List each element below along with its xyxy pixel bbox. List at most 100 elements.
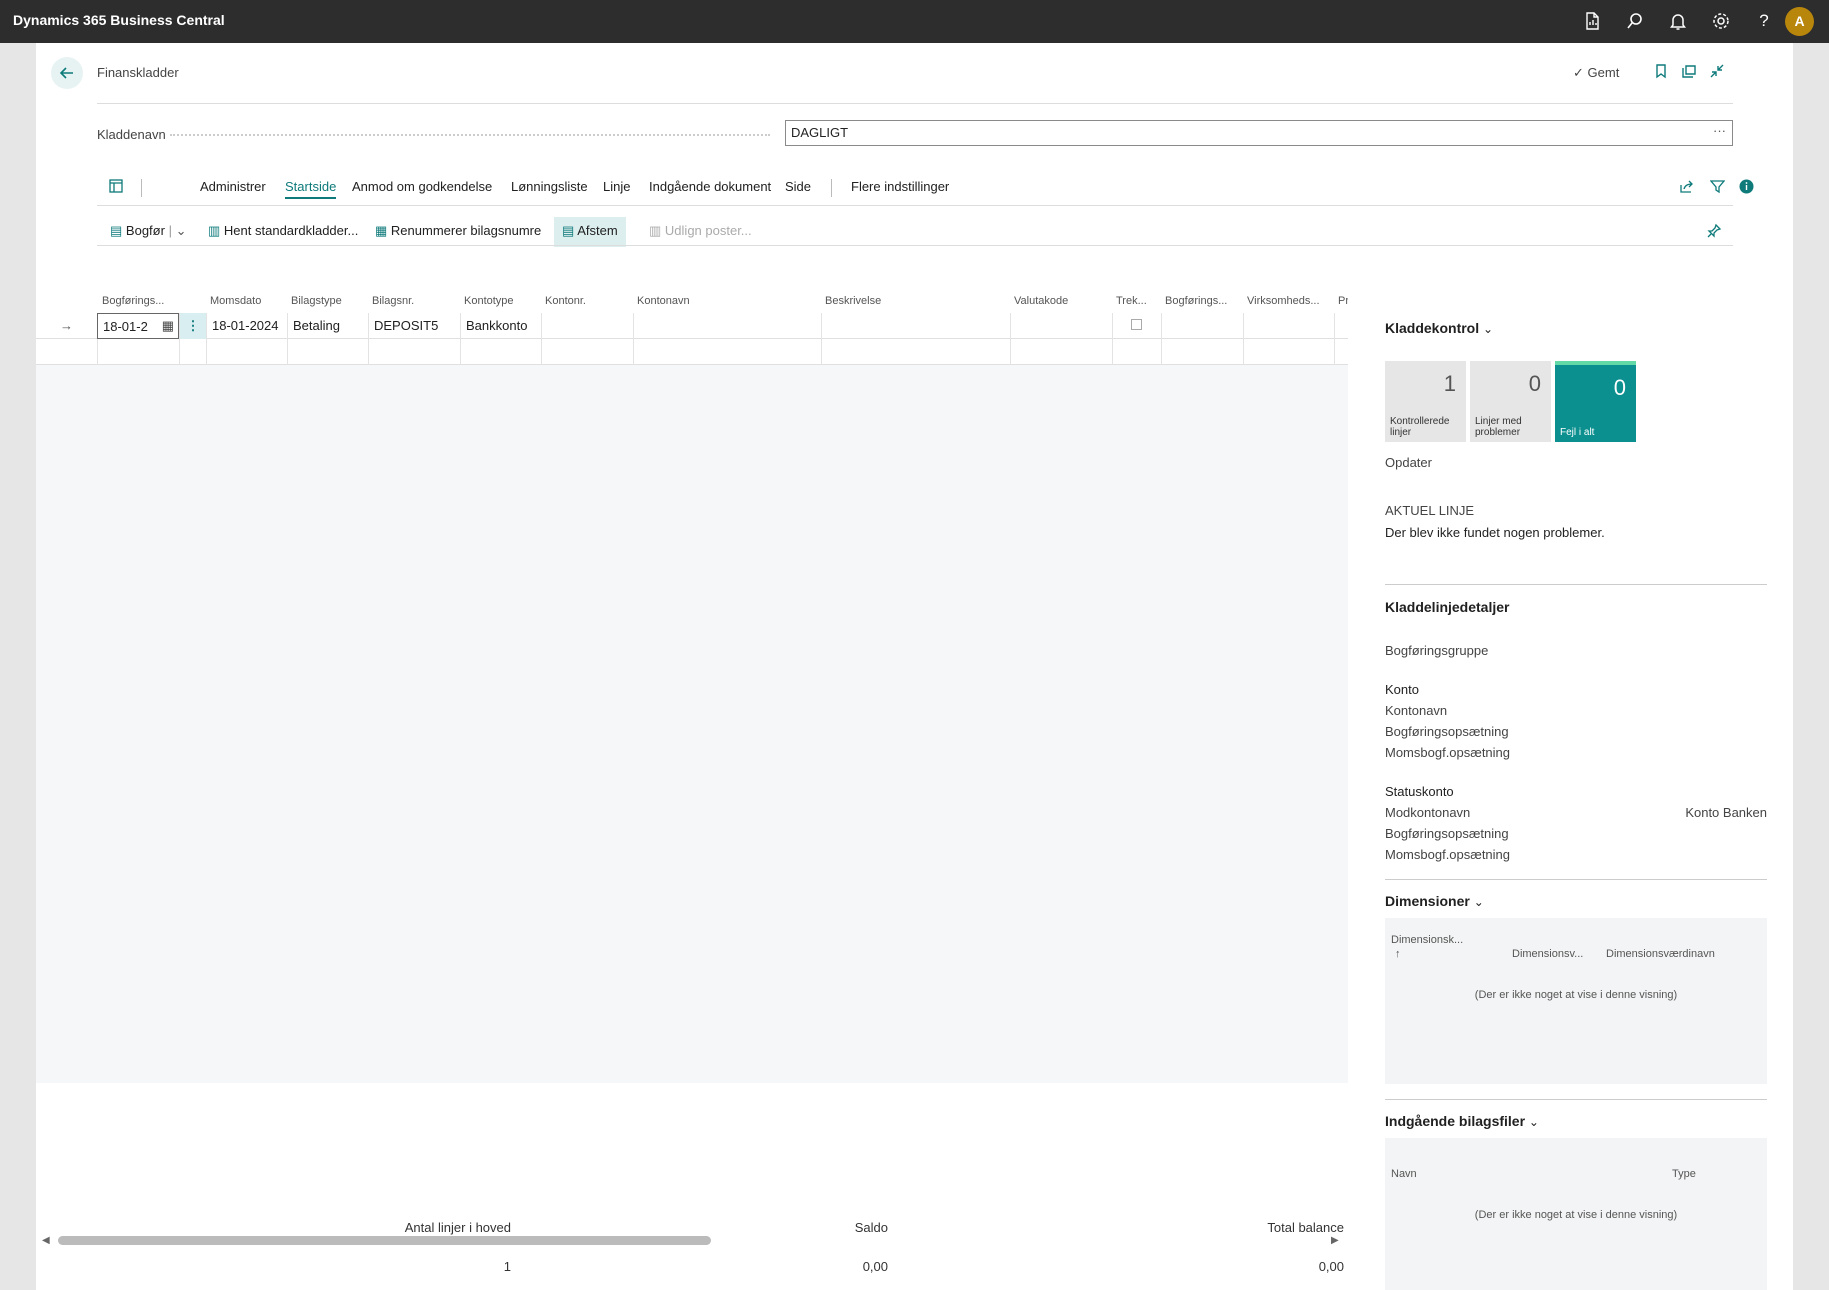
scroll-right-icon[interactable]: ▶: [1331, 1235, 1339, 1246]
get-standard-journals-button[interactable]: ▥ Hent standardkladder...: [200, 217, 366, 247]
reconcile-button[interactable]: ▤ Afstem: [554, 217, 626, 247]
chevron-down-icon[interactable]: ⌄: [1529, 1115, 1539, 1129]
tab-loenningsliste[interactable]: Lønningsliste: [511, 179, 588, 194]
calendar-icon[interactable]: ▦: [162, 318, 174, 334]
row-actions-cell[interactable]: [179, 339, 206, 365]
tab-layout-icon[interactable]: [109, 179, 123, 196]
column-header[interactable]: Bilagstype: [291, 295, 342, 307]
renumber-button[interactable]: ▦ Renummerer bilagsnumre: [367, 217, 549, 247]
back-button[interactable]: [51, 57, 83, 89]
tab-anmod-om-godkendelse[interactable]: Anmod om godkendelse: [352, 179, 492, 194]
batch-name-input[interactable]: DAGLIGT ···: [785, 120, 1733, 146]
vat-setup-link[interactable]: Momsbogf.opsætning: [1385, 847, 1510, 862]
vat-date-cell[interactable]: 18-01-2024: [206, 313, 287, 339]
account-name-cell[interactable]: [633, 313, 821, 339]
search-icon[interactable]: [1624, 10, 1646, 32]
column-header[interactable]: Kontonr.: [545, 295, 586, 307]
currency-code-cell[interactable]: [1010, 339, 1112, 365]
document-type-cell[interactable]: [287, 339, 368, 365]
chevron-down-icon[interactable]: ⌄: [1483, 322, 1493, 336]
business-group-cell[interactable]: [1243, 313, 1334, 339]
posting-setup-link[interactable]: Bogføringsopsætning: [1385, 826, 1509, 841]
tab-indgaaende-dokument[interactable]: Indgående dokument: [649, 179, 771, 194]
account-type-cell[interactable]: [460, 339, 541, 365]
chevron-down-icon[interactable]: ⌄: [1474, 895, 1484, 909]
column-header[interactable]: Trek...: [1116, 295, 1156, 307]
checkbox[interactable]: [1131, 319, 1142, 330]
deduction-checkbox-cell[interactable]: [1112, 313, 1161, 339]
total-errors-tile[interactable]: 0 Fejl i alt: [1555, 361, 1636, 442]
collapse-icon[interactable]: [1708, 62, 1726, 80]
column-header[interactable]: Virksomheds...: [1247, 295, 1322, 307]
checked-lines-tile[interactable]: 1 Kontrollerede linjer: [1385, 361, 1466, 442]
document-type-cell[interactable]: Betaling: [287, 313, 368, 339]
column-header[interactable]: Bogførings...: [1165, 295, 1240, 307]
avatar[interactable]: A: [1785, 7, 1814, 36]
line-details-title[interactable]: Kladdelinjedetaljer: [1385, 599, 1509, 615]
description-cell[interactable]: [821, 339, 1010, 365]
vat-setup-link[interactable]: Momsbogf.opsætning: [1385, 745, 1510, 760]
bookmark-icon[interactable]: [1652, 62, 1670, 80]
table-row[interactable]: → 18-01-2 ▦ ⋮ 18-01-2024 Betaling DEPOSI…: [36, 313, 1348, 339]
posting-setup-link[interactable]: Bogføringsopsætning: [1385, 724, 1509, 739]
journal-check-title[interactable]: Kladdekontrol ⌄: [1385, 320, 1493, 336]
lines-with-issues-tile[interactable]: 0 Linjer med problemer: [1470, 361, 1551, 442]
column-header[interactable]: Valutakode: [1014, 295, 1068, 307]
file-name-header[interactable]: Navn: [1391, 1168, 1417, 1180]
chevron-down-icon[interactable]: ⌄: [176, 223, 187, 238]
dimension-code-header[interactable]: Dimensionsk...: [1391, 934, 1463, 946]
horizontal-scrollbar[interactable]: [58, 1236, 711, 1245]
account-type-cell[interactable]: Bankkonto: [460, 313, 541, 339]
posting-date-cell[interactable]: [97, 339, 179, 365]
document-no-cell[interactable]: DEPOSIT5: [368, 313, 460, 339]
file-type-header[interactable]: Type: [1672, 1168, 1696, 1180]
column-header[interactable]: Kontonavn: [637, 295, 690, 307]
description-cell[interactable]: [821, 313, 1010, 339]
column-header[interactable]: Beskrivelse: [825, 295, 881, 307]
posting-group-cell[interactable]: [1161, 339, 1243, 365]
posting-group-cell[interactable]: [1161, 313, 1243, 339]
column-header[interactable]: Bogførings...: [102, 295, 177, 307]
share-icon[interactable]: [1679, 179, 1694, 197]
column-header[interactable]: Bilagsnr.: [372, 295, 414, 307]
tab-administrer[interactable]: Administrer: [200, 179, 266, 194]
table-row[interactable]: [36, 339, 1348, 365]
currency-code-cell[interactable]: [1010, 313, 1112, 339]
incoming-files-title[interactable]: Indgående bilagsfiler ⌄: [1385, 1113, 1539, 1129]
tab-linje[interactable]: Linje: [603, 179, 630, 194]
info-icon[interactable]: [1739, 179, 1754, 197]
column-header[interactable]: Kontotype: [464, 295, 514, 307]
tab-side[interactable]: Side: [785, 179, 811, 194]
tab-flere-indstillinger[interactable]: Flere indstillinger: [851, 179, 949, 194]
tab-startside[interactable]: Startside: [285, 179, 337, 199]
more-column-cell[interactable]: [1334, 339, 1348, 365]
filter-icon[interactable]: [1709, 179, 1726, 197]
app-title[interactable]: Dynamics 365 Business Central: [13, 12, 225, 28]
apply-entries-button[interactable]: ▥ Udlign poster...: [641, 217, 760, 247]
more-icon[interactable]: ···: [1713, 123, 1726, 138]
column-header[interactable]: Pr: [1338, 295, 1348, 307]
row-actions-menu[interactable]: ⋮: [179, 313, 206, 339]
bal-account-name-value[interactable]: Konto Banken: [1685, 805, 1767, 820]
help-icon[interactable]: ?: [1753, 10, 1775, 32]
column-header[interactable]: Momsdato: [210, 295, 261, 307]
account-no-cell[interactable]: [541, 339, 633, 365]
document-no-cell[interactable]: [368, 339, 460, 365]
pin-icon[interactable]: [1707, 223, 1722, 241]
more-column-cell[interactable]: [1334, 313, 1348, 339]
bell-icon[interactable]: [1667, 10, 1689, 32]
post-button[interactable]: ▤ Bogfør | ⌄: [102, 217, 194, 247]
posting-date-input[interactable]: 18-01-2 ▦: [97, 313, 179, 339]
dimensions-title[interactable]: Dimensioner ⌄: [1385, 893, 1484, 909]
breadcrumb[interactable]: Finanskladder: [97, 65, 179, 80]
scroll-left-icon[interactable]: ◀: [42, 1235, 50, 1246]
gear-icon[interactable]: [1710, 10, 1732, 32]
business-group-cell[interactable]: [1243, 339, 1334, 365]
account-name-cell[interactable]: [633, 339, 821, 365]
document-icon[interactable]: [1581, 10, 1603, 32]
deduction-cell[interactable]: [1112, 339, 1161, 365]
vat-date-cell[interactable]: [206, 339, 287, 365]
dimension-value-header[interactable]: Dimensionsv...: [1512, 948, 1583, 960]
update-link[interactable]: Opdater: [1385, 455, 1432, 470]
account-no-cell[interactable]: [541, 313, 633, 339]
